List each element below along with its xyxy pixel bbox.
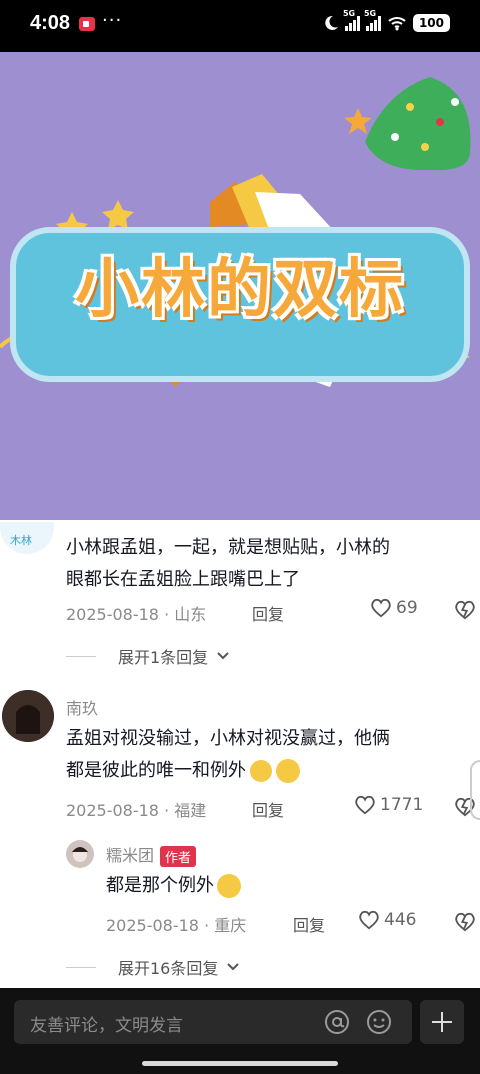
signal-icon-2: 5G <box>364 9 381 31</box>
scroll-indicator[interactable] <box>470 760 480 820</box>
like-count: 69 <box>396 598 418 618</box>
reply-date-location: 2025-08-18 · 重庆 <box>106 916 247 935</box>
chevron-down-icon <box>217 652 229 660</box>
emoji-icon <box>217 874 241 898</box>
reply-button[interactable]: 回复 <box>252 601 284 625</box>
avatar[interactable]: 木林 <box>0 522 54 554</box>
wifi-icon <box>388 17 406 31</box>
comment-date-location: 2025-08-18 · 福建 <box>66 801 207 820</box>
comment-text: 小林跟孟姐，一起，就是想贴贴，小林的 眼都长在孟姐脸上跟嘴巴上了 <box>66 537 390 590</box>
clock: 4:08 <box>30 12 71 34</box>
reply-button[interactable]: 回复 <box>293 912 325 936</box>
expand-replies-button[interactable]: 展开1条回复 <box>66 644 230 668</box>
emoji-icon[interactable] <box>366 1009 392 1035</box>
divider <box>66 655 96 657</box>
author-badge: 作者 <box>160 846 197 867</box>
mention-icon[interactable] <box>324 1009 350 1035</box>
status-bar: 4:08 ··· 5G 5G 100 <box>0 0 480 52</box>
heart-icon <box>371 598 391 618</box>
comments-panel: 木林 小林跟孟姐，一起，就是想贴贴，小林的 眼都长在孟姐脸上跟嘴巴上了 2025… <box>0 520 480 988</box>
like-count: 1771 <box>380 795 424 815</box>
dislike-icon[interactable] <box>454 912 476 932</box>
more-notifications-icon: ··· <box>102 10 123 31</box>
svg-text:木林: 木林 <box>10 533 32 547</box>
reply-button[interactable]: 回复 <box>252 797 284 821</box>
screen-record-icon <box>79 17 95 31</box>
home-indicator[interactable] <box>142 1061 338 1066</box>
signal-icon-1: 5G <box>343 9 360 31</box>
comment-input-bar: 友善评论，文明发言 <box>0 988 480 1074</box>
collapse-icon <box>432 1012 452 1032</box>
comment-input[interactable]: 友善评论，文明发言 <box>14 1000 412 1044</box>
like-button[interactable]: 446 <box>358 910 416 930</box>
video-title: 小林的双标 <box>75 253 405 327</box>
like-count: 446 <box>384 910 417 930</box>
avatar[interactable] <box>2 690 54 742</box>
comment-placeholder: 友善评论，文明发言 <box>30 1016 183 1036</box>
collapse-button[interactable] <box>420 1000 464 1044</box>
comment-text: 孟姐对视没输过，小林对视没赢过，他俩 都是彼此的唯一和例外 <box>66 728 390 783</box>
heart-icon <box>355 795 375 815</box>
like-button[interactable]: 69 <box>370 598 418 618</box>
avatar[interactable] <box>66 840 94 868</box>
emoji-icon <box>276 759 300 783</box>
comment-date-location: 2025-08-18 · 山东 <box>66 605 207 624</box>
emoji-icon <box>250 760 272 782</box>
expand-replies-button[interactable]: 展开16条回复 <box>66 955 240 979</box>
reply-text: 都是那个例外 <box>106 870 241 902</box>
chevron-down-icon <box>227 963 240 971</box>
reply-username: 糯米团 作者 <box>106 842 197 867</box>
heart-icon <box>359 910 379 930</box>
battery-indicator: 100 <box>412 14 450 32</box>
video-player[interactable]: 小林的双标 <box>0 52 480 520</box>
divider <box>66 966 96 968</box>
moon-icon <box>325 15 338 30</box>
comment-username[interactable]: 南玖 <box>66 695 98 719</box>
dislike-icon[interactable] <box>454 600 476 620</box>
like-button[interactable]: 1771 <box>354 795 423 815</box>
